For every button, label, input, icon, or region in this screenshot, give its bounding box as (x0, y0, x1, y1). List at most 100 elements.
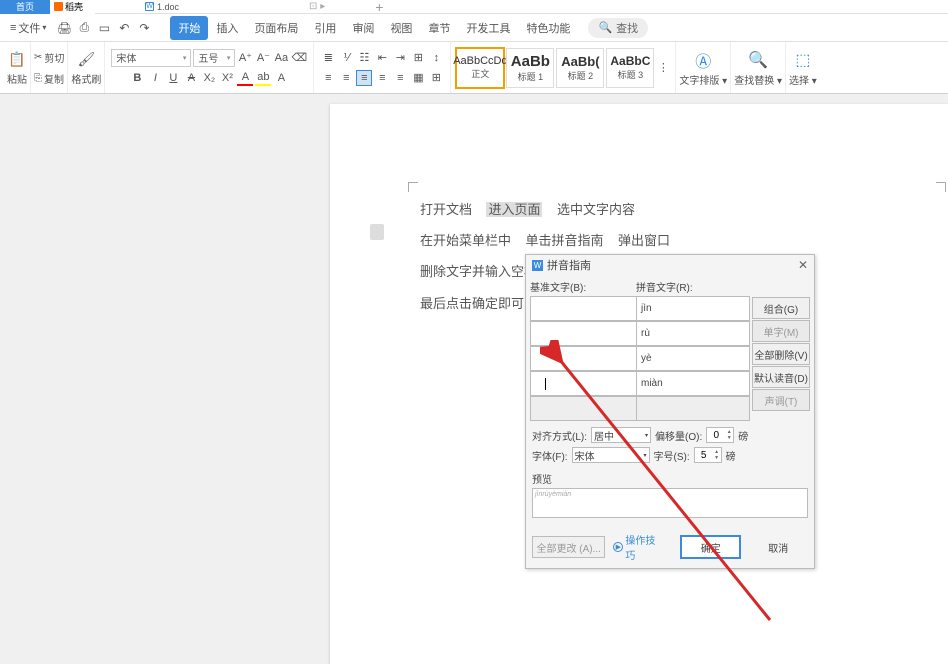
close-icon[interactable]: ✕ (798, 258, 808, 272)
align-dist-button[interactable]: ≡ (392, 70, 408, 86)
align-left-button[interactable]: ≡ (320, 70, 336, 86)
tab-references[interactable]: 引用 (306, 16, 344, 40)
align-center-button[interactable]: ≡ (338, 70, 354, 86)
sub-button[interactable]: X₂ (201, 70, 217, 86)
shrink-font-button[interactable]: A⁻ (255, 50, 271, 66)
qat-redo-icon[interactable]: ↷ (136, 20, 152, 36)
font-select[interactable]: 宋体▾ (572, 447, 650, 463)
text-layout-button[interactable]: 文字排版 ▾ (679, 72, 727, 87)
cut-button[interactable]: ✂剪切 (34, 47, 64, 67)
side-buttons: 组合(G) 单字(M) 全部删除(V) 默认读音(D) 声调(T) (750, 296, 810, 421)
tab-start[interactable]: 开始 (170, 16, 208, 40)
font-size-select[interactable]: 五号▾ (193, 49, 235, 67)
fmt-painter-button[interactable]: 格式刷 (71, 71, 101, 86)
dialog-title: 拼音指南 (547, 257, 591, 273)
select-icon[interactable]: ⬚ (792, 49, 814, 71)
ruby-cell[interactable]: yè (636, 346, 750, 371)
offset-spinner[interactable]: ▲▼ (706, 427, 734, 443)
sup-button[interactable]: X² (219, 70, 235, 86)
indent-left-button[interactable]: ⇤ (374, 50, 390, 66)
shading-button[interactable]: ▦ (410, 70, 426, 86)
ruby-cell[interactable]: jìn (636, 296, 750, 321)
tab-button[interactable]: ⊞ (410, 50, 426, 66)
copy-button[interactable]: ⎘复制 (34, 68, 64, 88)
font-name-select[interactable]: 宋体▾ (111, 49, 191, 67)
ruby-cell[interactable]: miàn (636, 371, 750, 396)
strike-button[interactable]: A (183, 70, 199, 86)
tab-home[interactable]: 首页 (0, 0, 50, 14)
search-box[interactable]: 🔍查找 (588, 18, 648, 38)
base-cell[interactable] (530, 346, 636, 371)
clearall-button[interactable]: 全部删除(V) (752, 343, 810, 365)
tab-kdocs[interactable]: 稻壳 (50, 0, 95, 14)
tab-section[interactable]: 章节 (420, 16, 458, 40)
highlight-button[interactable]: ab (255, 70, 271, 86)
bullet-list-button[interactable]: ≣ (320, 50, 336, 66)
font-color-button[interactable]: A (237, 70, 253, 86)
group-button[interactable]: 组合(G) (752, 297, 810, 319)
base-cell[interactable] (530, 321, 636, 346)
tone-button[interactable]: 声调(T) (752, 389, 810, 411)
tab-new[interactable]: + (375, 0, 383, 15)
align-justify-button[interactable]: ≡ (374, 70, 390, 86)
find-replace-button[interactable]: 查找替换 ▾ (734, 72, 782, 87)
align-select[interactable]: 居中▾ (591, 427, 651, 443)
char-border-button[interactable]: A (273, 70, 289, 86)
tab-document[interactable]: W1.doc (145, 2, 179, 12)
style-h1[interactable]: AaBb标题 1 (506, 48, 554, 88)
paste-icon[interactable]: 📋 (7, 50, 27, 70)
ruby-cell[interactable]: rù (636, 321, 750, 346)
border-button[interactable]: ⊞ (428, 70, 444, 86)
qat-save-icon[interactable]: 🖨 (56, 20, 72, 36)
underline-button[interactable]: U (165, 70, 181, 86)
tips-link[interactable]: ▶操作技巧 (613, 532, 665, 562)
multi-list-button[interactable]: ☷ (356, 50, 372, 66)
paste-button[interactable]: 粘贴 (7, 71, 27, 86)
size-spinner[interactable]: ▲▼ (694, 447, 722, 463)
tab-devtools[interactable]: 开发工具 (458, 16, 518, 40)
tab-view[interactable]: 视图 (382, 16, 420, 40)
linespacing-button[interactable]: ↕ (428, 50, 444, 66)
base-cell-active[interactable] (530, 371, 636, 396)
fmt-painter-icon[interactable]: 🖌 (76, 50, 96, 70)
single-button[interactable]: 单字(M) (752, 320, 810, 342)
cancel-button[interactable]: 取消 (748, 536, 808, 558)
find-icon[interactable]: 🔍 (747, 49, 769, 71)
style-h3[interactable]: AaBbC标题 3 (606, 48, 654, 88)
italic-button[interactable]: I (147, 70, 163, 86)
qat-preview-icon[interactable]: ▭ (96, 20, 112, 36)
tab-pin[interactable]: ⊡ ▸ (309, 1, 325, 12)
change-case-button[interactable]: Aa (273, 50, 289, 66)
tab-review[interactable]: 审阅 (344, 16, 382, 40)
indent-right-button[interactable]: ⇥ (392, 50, 408, 66)
qat-print-icon[interactable]: ⎙ (76, 20, 92, 36)
changeall-button[interactable]: 全部更改 (A)... (532, 536, 605, 558)
copy-label: 复制 (44, 71, 64, 86)
base-cell[interactable] (530, 296, 636, 321)
text-layout-icon[interactable]: Ⓐ (692, 49, 714, 71)
ruby-cell[interactable] (636, 396, 750, 421)
clear-format-button[interactable]: ⌫ (291, 50, 307, 66)
offset-input[interactable] (707, 430, 725, 441)
select-button[interactable]: 选择 ▾ (789, 72, 817, 87)
bold-button[interactable]: B (129, 70, 145, 86)
file-menu[interactable]: ≡ 文件 ▾ (4, 18, 52, 38)
qat-undo-icon[interactable]: ↶ (116, 20, 132, 36)
size-input[interactable] (695, 450, 713, 461)
ok-button[interactable]: 确定 (681, 536, 741, 558)
preview-box: jìnrùyèmiàn (532, 488, 808, 518)
default-button[interactable]: 默认读音(D) (752, 366, 810, 388)
number-list-button[interactable]: ⅟ (338, 50, 354, 66)
grow-font-button[interactable]: A⁺ (237, 50, 253, 66)
align-right-button[interactable]: ≡ (356, 70, 372, 86)
style-h2[interactable]: AaBb(标题 2 (556, 48, 604, 88)
pinyin-guide-dialog: W拼音指南 ✕ 基准文字(B): 拼音文字(R): jìn rù yè miàn… (525, 254, 815, 569)
style-more-button[interactable]: ⋮ (655, 60, 671, 76)
tab-insert[interactable]: 插入 (208, 16, 246, 40)
tab-pagelayout[interactable]: 页面布局 (246, 16, 306, 40)
file-label: 文件 (18, 20, 40, 36)
dialog-titlebar[interactable]: W拼音指南 ✕ (526, 255, 814, 275)
tab-special[interactable]: 特色功能 (518, 16, 578, 40)
style-normal[interactable]: AaBbCcDd正文 (456, 48, 504, 88)
base-cell[interactable] (530, 396, 636, 421)
